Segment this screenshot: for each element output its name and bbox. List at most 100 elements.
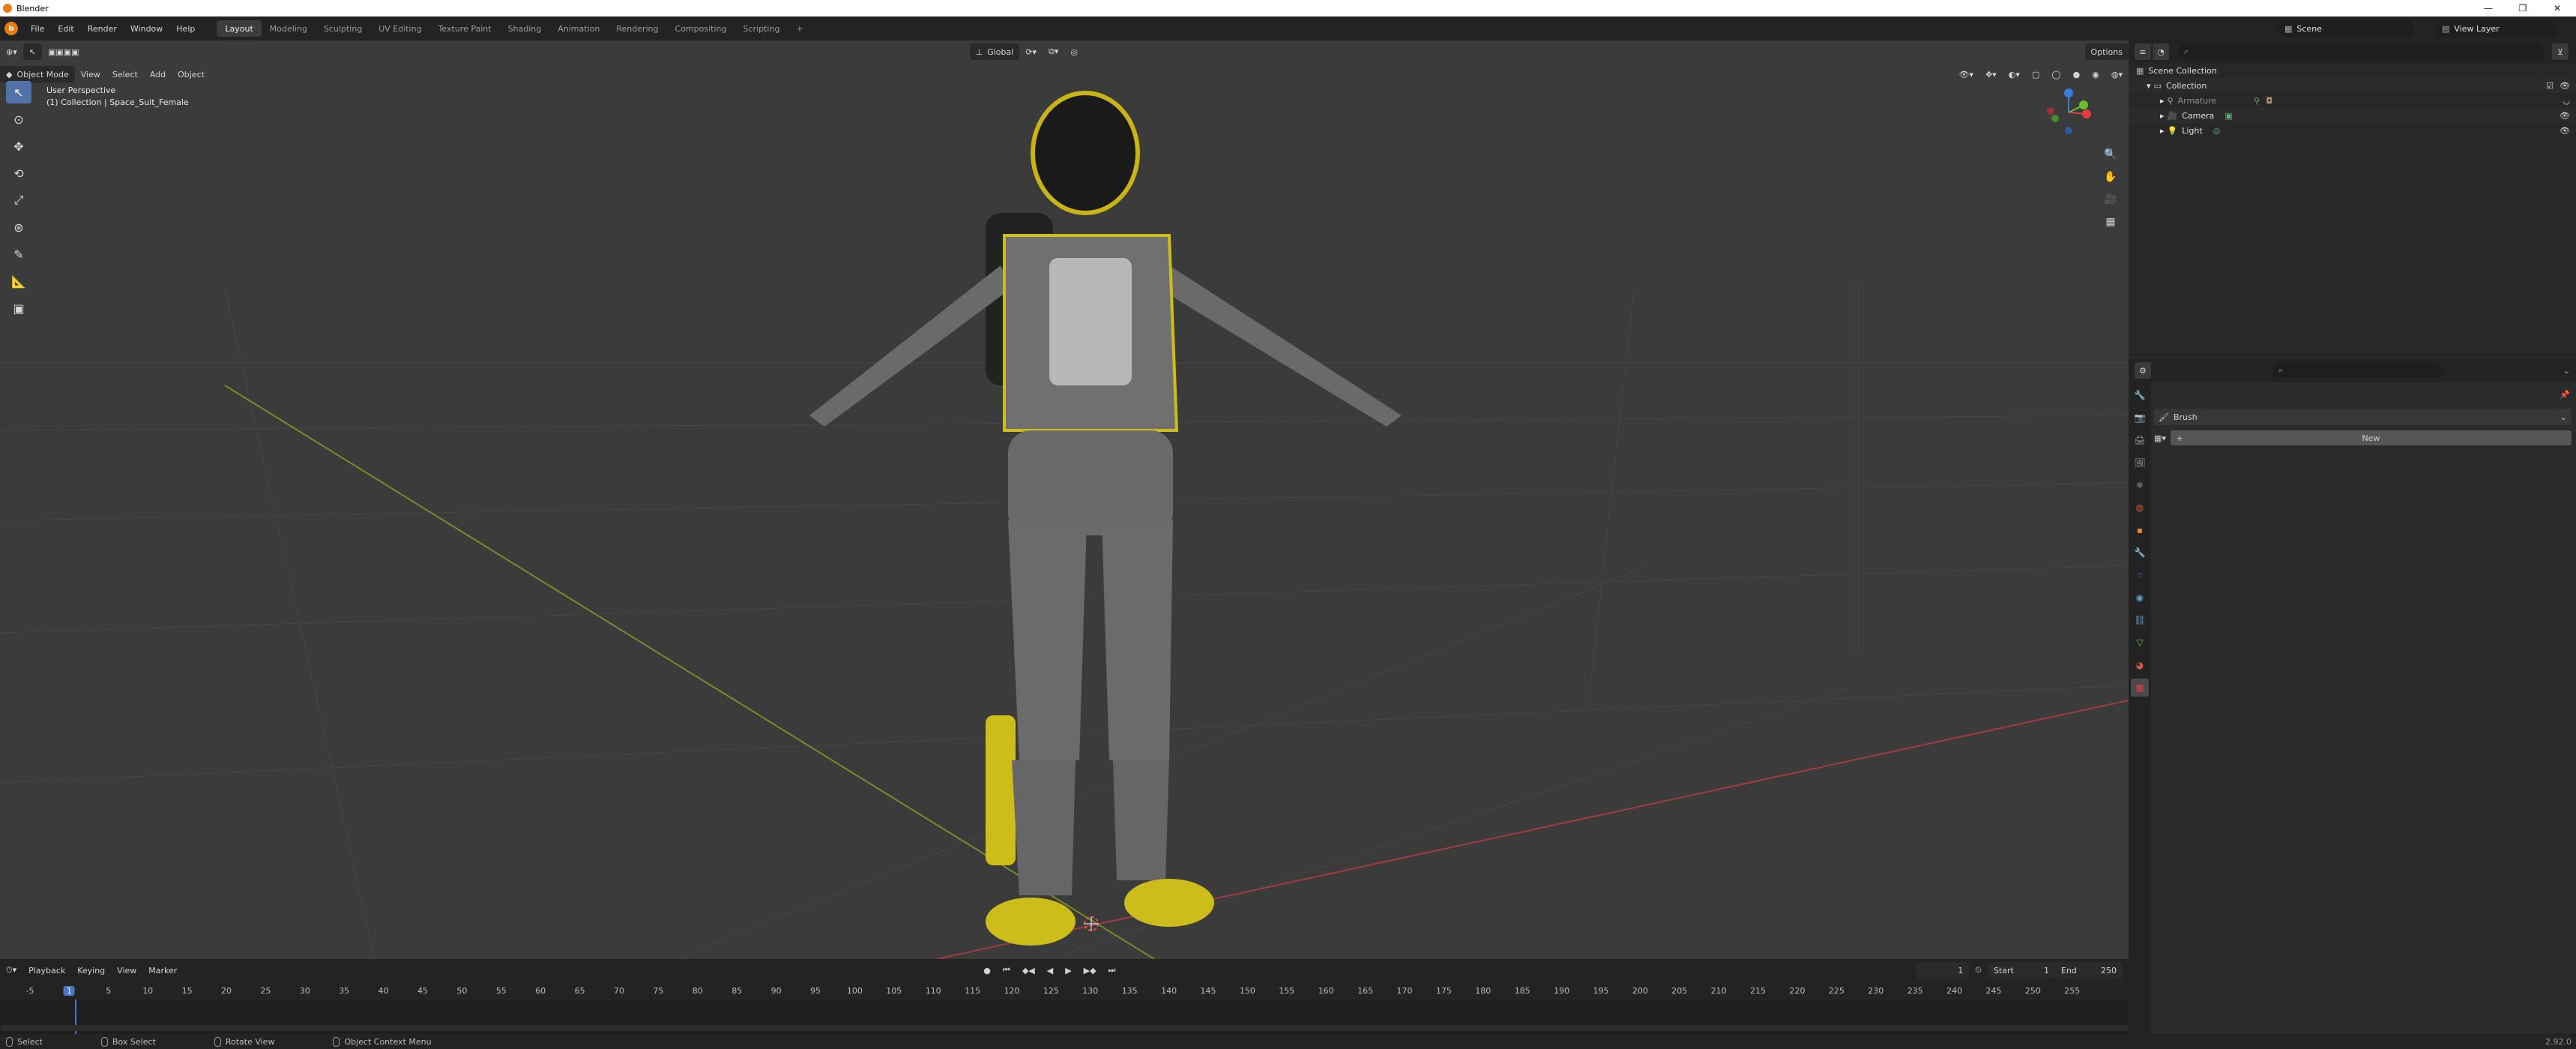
timeline-scrollbar[interactable] <box>0 1025 2129 1031</box>
display-mode-icon[interactable]: ◔ <box>2153 43 2169 60</box>
add-workspace-button[interactable]: + <box>788 20 811 37</box>
3d-cursor-icon[interactable] <box>1084 916 1099 931</box>
outliner-row-light[interactable]: ▸ 💡 Light ◎ 👁 <box>2129 123 2576 138</box>
move-tool-icon[interactable]: ✥ <box>6 135 31 157</box>
tool-tab-icon[interactable]: 🔧 <box>2131 386 2149 404</box>
tab-scripting[interactable]: Scripting <box>735 20 788 37</box>
outliner-row-camera[interactable]: ▸ 🎥 Camera ▣ 👁 <box>2129 108 2576 123</box>
collapse-arrow-icon[interactable]: ▾ <box>2147 81 2151 91</box>
timeline-ruler[interactable]: -5 1 5 10 15 20 25 30 35 40 45 50 55 60 65 70 75 80 85 90 95… <box>0 985 2129 1000</box>
outliner-search-input[interactable]: ⌕ <box>2178 44 2545 59</box>
scene-selector[interactable]: ▦ Scene <box>2278 20 2413 37</box>
transform-orientation-dropdown[interactable]: ⊥ Global <box>969 43 1020 60</box>
menu-render[interactable]: Render <box>81 16 124 40</box>
play-icon[interactable]: ▶ <box>1059 962 1077 979</box>
outliner-row-armature[interactable]: ▸ ⚲ Armature ⚲ ◘ ◡ <box>2129 93 2576 108</box>
menu-marker[interactable]: Marker <box>142 962 183 979</box>
menu-playback[interactable]: Playback <box>22 962 71 979</box>
tab-shading[interactable]: Shading <box>500 20 550 37</box>
gizmo-toggle-icon[interactable]: ✥▾ <box>1979 66 2003 82</box>
options-dropdown[interactable]: Options <box>2084 43 2129 60</box>
menu-help[interactable]: Help <box>169 16 202 40</box>
tab-texture-paint[interactable]: Texture Paint <box>430 20 500 37</box>
snap-icon[interactable]: ⧉▾ <box>1043 43 1064 60</box>
constraints-tab-icon[interactable]: ⛓ <box>2131 611 2149 629</box>
preview-range-icon[interactable]: ⏲ <box>1969 962 1988 979</box>
visibility-icon[interactable]: 👁▾ <box>1953 66 1980 82</box>
object-tab-icon[interactable]: ▪ <box>2131 521 2149 539</box>
navigation-gizmo[interactable] <box>2039 82 2099 142</box>
add-cube-tool-icon[interactable]: ▣ <box>6 297 31 319</box>
overlay-toggle-icon[interactable]: ◐▾ <box>2003 66 2026 82</box>
editor-type-button[interactable]: ⊕▾ <box>0 43 23 60</box>
pin-icon[interactable]: 📌 <box>2560 390 2570 400</box>
output-tab-icon[interactable]: 🖨 <box>2131 431 2149 449</box>
eye-icon[interactable]: 👁 <box>2560 81 2570 91</box>
outliner-row-scene-collection[interactable]: ▦ Scene Collection <box>2129 63 2576 78</box>
annotate-tool-icon[interactable]: ✎ <box>6 243 31 265</box>
transform-tool-icon[interactable]: ⊛ <box>6 216 31 238</box>
menu-window[interactable]: Window <box>124 16 169 40</box>
modifier-tab-icon[interactable]: 🔧 <box>2131 544 2149 562</box>
end-frame-field[interactable]: End 250 <box>2055 962 2123 979</box>
select-box-tool-icon[interactable]: ↖ <box>6 81 31 103</box>
hide-icon[interactable]: ◡ <box>2563 96 2570 106</box>
menu-keying[interactable]: Keying <box>71 962 111 979</box>
properties-editor-icon[interactable]: ⚙ <box>2135 362 2151 379</box>
pivot-point-icon[interactable]: ⟳▾ <box>1019 43 1043 60</box>
menu-view[interactable]: View <box>75 66 106 82</box>
scale-tool-icon[interactable]: ⤢ <box>6 189 31 211</box>
jump-end-icon[interactable]: ⏭ <box>1103 962 1122 979</box>
rotate-tool-icon[interactable]: ⟲ <box>6 162 31 184</box>
menu-timeline-view[interactable]: View <box>111 962 142 979</box>
close-icon[interactable]: ✕ <box>2542 0 2572 16</box>
start-frame-field[interactable]: Start 1 <box>1988 962 2055 979</box>
pan-hand-icon[interactable]: ✋ <box>2102 168 2120 186</box>
restore-icon[interactable]: ❐ <box>2508 0 2538 16</box>
zoom-icon[interactable]: 🔍 <box>2102 145 2120 163</box>
menu-object[interactable]: Object <box>172 66 211 82</box>
texture-browse-icon[interactable]: ▦▾ <box>2154 433 2166 443</box>
tab-modeling[interactable]: Modeling <box>262 20 316 37</box>
outliner-editor-icon[interactable]: ≡ <box>2135 43 2151 60</box>
tab-uv-editing[interactable]: UV Editing <box>370 20 429 37</box>
xray-icon[interactable]: ▢ <box>2026 66 2045 82</box>
shading-wireframe-icon[interactable]: ◯ <box>2045 66 2066 82</box>
select-tool-icon[interactable]: ↖ <box>22 43 42 60</box>
shading-material-icon[interactable]: ◉ <box>2086 66 2105 82</box>
physics-tab-icon[interactable]: ◉ <box>2131 589 2149 607</box>
timeline-track[interactable] <box>0 1000 2129 1034</box>
expand-arrow-icon[interactable]: ▸ <box>2160 126 2165 136</box>
tab-sculpting[interactable]: Sculpting <box>316 20 370 37</box>
menu-select[interactable]: Select <box>106 66 144 82</box>
expand-arrow-icon[interactable]: ▸ <box>2160 111 2165 121</box>
play-reverse-icon[interactable]: ◀ <box>1041 962 1059 979</box>
expand-arrow-icon[interactable]: ▸ <box>2160 96 2165 106</box>
shading-rendered-icon[interactable]: ◍▾ <box>2105 66 2129 82</box>
menu-edit[interactable]: Edit <box>51 16 80 40</box>
jump-start-icon[interactable]: ⏮ <box>997 962 1016 979</box>
camera-view-icon[interactable]: 🎥 <box>2102 190 2120 208</box>
view-layer-tab-icon[interactable]: 🖼 <box>2131 454 2149 472</box>
checkbox-icon[interactable]: ☑ <box>2546 81 2554 91</box>
prev-keyframe-icon[interactable]: ◆◀ <box>1016 962 1041 979</box>
collapse-icon[interactable]: ⌄ <box>2563 366 2570 376</box>
timeline-editor-icon[interactable]: ⏱▾ <box>0 962 22 979</box>
proportional-edit-icon[interactable]: ◎ <box>1064 43 1084 60</box>
next-keyframe-icon[interactable]: ▶◆ <box>1078 962 1103 979</box>
tab-animation[interactable]: Animation <box>549 20 608 37</box>
particles-tab-icon[interactable]: ⁘ <box>2131 566 2149 584</box>
properties-search-input[interactable]: ⌕ <box>2272 363 2443 378</box>
brush-context-field[interactable]: 🖌 Brush ⌄ <box>2154 409 2572 425</box>
scene-tab-icon[interactable]: ⚛ <box>2131 476 2149 494</box>
outliner-row-collection[interactable]: ▾ ▭ Collection ☑ 👁 <box>2129 78 2576 93</box>
ortho-toggle-icon[interactable]: ▦ <box>2102 213 2120 231</box>
tab-compositing[interactable]: Compositing <box>667 20 735 37</box>
render-tab-icon[interactable]: 📷 <box>2131 409 2149 427</box>
menu-file[interactable]: File <box>24 16 51 40</box>
cursor-tool-icon[interactable]: ⊙ <box>6 108 31 130</box>
filter-icon[interactable]: ⊻ <box>2552 43 2569 60</box>
minimize-icon[interactable]: — <box>2473 0 2503 16</box>
texture-tab-icon[interactable]: ▦ <box>2131 679 2149 697</box>
eye-icon[interactable]: 👁 <box>2560 126 2570 136</box>
